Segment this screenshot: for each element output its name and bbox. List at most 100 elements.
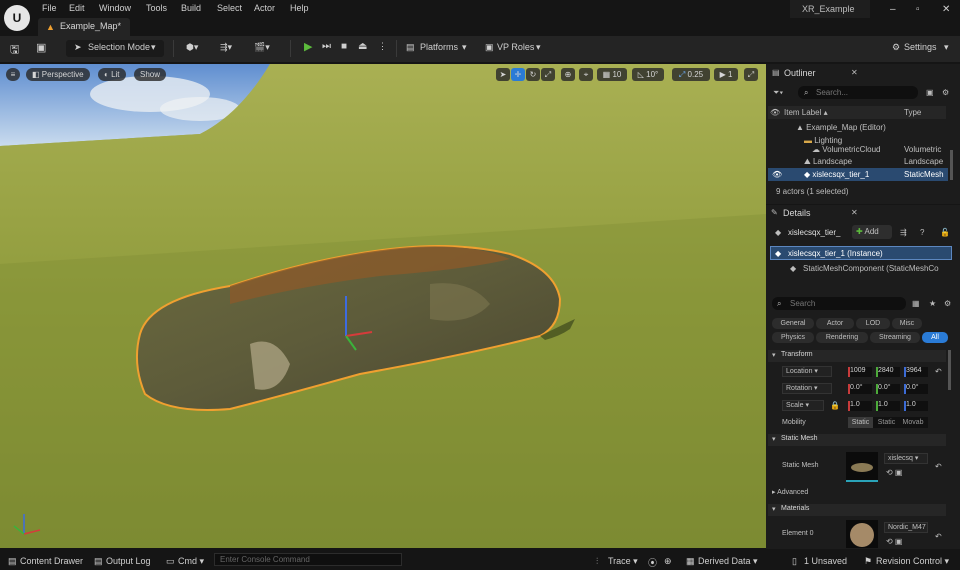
menu-actor[interactable]: Actor [254,3,275,13]
filter-lod[interactable]: LOD [856,318,890,329]
help-icon[interactable]: ? [920,228,924,237]
rotate-icon[interactable]: ↻ [526,68,540,81]
surface-snap-icon[interactable]: ⌖ [579,68,593,81]
mobility-toggle[interactable]: Static Static Movab [848,417,928,428]
browse-icon[interactable]: ⟲ ▣ [886,537,902,546]
gear-icon[interactable]: ⚙ [942,88,949,97]
mobility-static[interactable]: Static [848,417,873,428]
output-log-button[interactable]: Output Log [106,556,151,566]
play-icon[interactable]: ▶ [304,40,312,53]
scale-snap-button[interactable]: ⤢ 0.25 [672,68,710,81]
platforms-button[interactable]: Platforms [420,42,458,52]
menu-tools[interactable]: Tools [146,3,167,13]
level-viewport[interactable] [0,64,766,548]
outliner-row-map[interactable]: ▲ Example_Map (Editor) [796,123,886,135]
actor-name[interactable]: xislecsqx_tier_ [788,228,840,237]
save-icon[interactable]: 🖫 [10,41,19,60]
material-thumbnail[interactable] [846,520,878,548]
close-icon[interactable]: ✕ [851,208,858,217]
mobility-stationary[interactable]: Static [873,417,900,428]
menu-file[interactable]: File [42,3,57,13]
maximize-icon[interactable]: ▫ [916,4,920,15]
location-x-field[interactable]: 1009 [848,367,872,377]
filter-misc[interactable]: Misc [892,318,922,329]
filter-physics[interactable]: Physics [772,332,814,343]
rotation-y-field[interactable]: 0.0° [876,384,900,394]
select-mode-icon[interactable]: ➤ [496,68,510,81]
content-drawer-button[interactable]: Content Drawer [20,556,83,566]
component-row[interactable]: StaticMeshComponent (StaticMeshCo [803,264,939,273]
grid-snap-button[interactable]: ▦ 10 [597,68,627,81]
lock-icon[interactable]: 🔓 [940,228,950,237]
filter-general[interactable]: General [772,318,814,329]
unsaved-button[interactable]: 1 Unsaved [804,556,847,566]
cinematics-icon[interactable]: 🎬▾ [254,42,270,53]
filter-rendering[interactable]: Rendering [816,332,868,343]
reset-icon[interactable]: ↶ [935,367,942,376]
gear-icon[interactable]: ⚙ [944,299,951,308]
close-icon[interactable]: ✕ [942,4,950,15]
world-space-icon[interactable]: ⊕ [561,68,575,81]
record-icon[interactable]: ⦿ [648,556,657,569]
advanced-row[interactable]: ▸ Advanced [768,488,946,500]
mobility-movable[interactable]: Movab [900,417,926,428]
mesh-dropdown[interactable]: xislecsq ▾ [884,453,928,464]
menu-help[interactable]: Help [290,3,309,13]
add-actor-icon[interactable]: ⬢▾ [186,42,198,53]
scale-y-field[interactable]: 1.0 [876,401,900,411]
details-scrollbar[interactable] [948,350,951,390]
browse-icon[interactable]: ⟲ ▣ [886,468,902,477]
filter-icon[interactable]: ⏷▾ [773,88,783,98]
scale-dropdown[interactable]: Scale ▾ [782,400,824,411]
star-icon[interactable]: ★ [929,299,936,308]
blueprint-icon[interactable]: ⇶ [900,228,907,237]
table-view-icon[interactable]: ▦ [912,299,920,308]
material-dropdown[interactable]: Nordic_M47 [884,522,928,533]
reset-icon[interactable]: ↶ [935,462,942,471]
close-icon[interactable]: ✕ [851,68,858,77]
menu-edit[interactable]: Edit [69,3,85,13]
add-component-button[interactable]: ✚ Add [852,225,892,239]
derived-data-button[interactable]: Derived Data ▾ [698,556,758,567]
perspective-button[interactable]: ◧ Perspective [26,68,90,81]
camera-speed-button[interactable]: ▶ 1 [714,68,738,81]
scale-x-field[interactable]: 1.0 [848,401,872,411]
filter-all[interactable]: All [922,332,948,343]
translate-icon[interactable]: ✛ [511,68,525,81]
outliner-scrollbar[interactable] [950,150,953,180]
lock-icon[interactable]: 🔒 [830,401,840,410]
scale-z-field[interactable]: 1.0 [904,401,928,411]
filter-streaming[interactable]: Streaming [870,332,920,343]
rotation-x-field[interactable]: 0.0° [848,384,872,394]
location-dropdown[interactable]: Location ▾ [782,366,832,377]
filter-actor[interactable]: Actor [816,318,854,329]
content-browser-icon[interactable]: ▣ [36,41,46,54]
visibility-icon[interactable]: 👁 [772,170,782,182]
rotation-z-field[interactable]: 0.0° [904,384,928,394]
stop-icon[interactable]: ■ [341,41,347,52]
vp-roles-button[interactable]: VP Roles [497,42,534,52]
settings-button[interactable]: Settings [904,42,937,52]
more-icon[interactable]: ⋮ [378,41,387,52]
menu-build[interactable]: Build [181,3,201,13]
minimize-icon[interactable]: – [890,4,896,15]
col-item-label[interactable]: Item Label ▴ [784,108,828,117]
blueprint-icon[interactable]: ⇶▾ [220,42,232,53]
col-type[interactable]: Type [904,108,921,117]
rotation-snap-button[interactable]: ◺ 10° [632,68,664,81]
lit-button[interactable]: ◐ Lit [98,68,126,81]
show-button[interactable]: Show [134,68,167,81]
location-z-field[interactable]: 3964 [904,367,928,377]
rotation-dropdown[interactable]: Rotation ▾ [782,383,832,394]
scale-icon[interactable]: ⤢ [541,68,555,81]
broadcast-icon[interactable]: ⊕ [664,556,672,567]
reset-icon[interactable]: ↶ [935,532,942,541]
menu-window[interactable]: Window [99,3,131,13]
add-folder-icon[interactable]: ▣ [926,88,934,97]
viewport-menu-icon[interactable]: ≡ [6,68,20,81]
eject-icon[interactable]: ⏏ [358,41,367,52]
cmd-dropdown[interactable]: Cmd ▾ [178,556,204,567]
step-icon[interactable]: ⏭ [322,41,331,52]
location-y-field[interactable]: 2840 [876,367,900,377]
outliner-row-cloud[interactable]: ☁ VolumetricCloud [812,145,880,157]
